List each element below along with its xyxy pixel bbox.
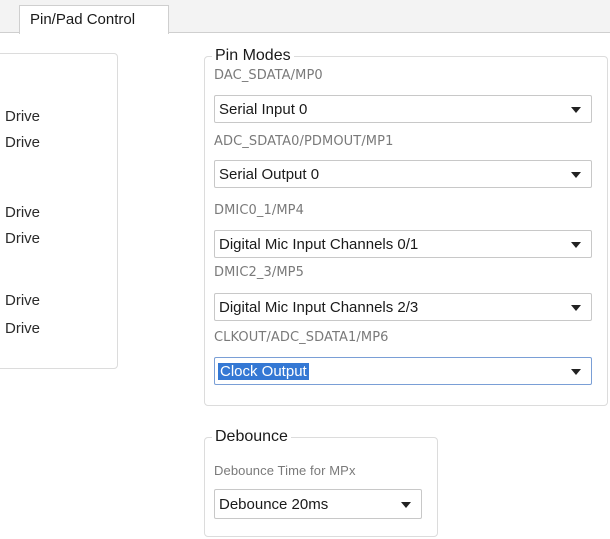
- mp6-mode-value: Clock Output: [218, 363, 309, 380]
- mp5-mode-value: Digital Mic Input Channels 2/3: [219, 299, 419, 316]
- chevron-down-icon[interactable]: [571, 369, 581, 375]
- chevron-down-icon[interactable]: [401, 502, 411, 508]
- mp0-mode-select[interactable]: Serial Input 0: [214, 95, 592, 123]
- chevron-down-icon[interactable]: [571, 172, 581, 178]
- mp6-label: CLKOUT/ADC_SDATA1/MP6: [214, 330, 389, 345]
- mp1-mode-value: Serial Output 0: [219, 166, 320, 183]
- mp4-mode-value: Digital Mic Input Channels 0/1: [219, 236, 419, 253]
- mp5-mode-select[interactable]: Digital Mic Input Channels 2/3: [214, 293, 592, 321]
- chevron-down-icon[interactable]: [571, 242, 581, 248]
- drive-label: Drive: [5, 292, 41, 309]
- drive-label: Drive: [5, 230, 41, 247]
- mp4-label: DMIC0_1/MP4: [214, 203, 304, 218]
- pin-modes-title: Pin Modes: [212, 47, 294, 65]
- mp1-mode-select[interactable]: Serial Output 0: [214, 160, 592, 188]
- drive-label: Drive: [5, 108, 41, 125]
- debounce-group: [204, 437, 438, 537]
- drive-label: Drive: [5, 134, 41, 151]
- mp4-mode-select[interactable]: Digital Mic Input Channels 0/1: [214, 230, 592, 258]
- drive-settings-group: Drive Drive Drive Drive Drive Drive: [0, 53, 118, 369]
- drive-label: Drive: [5, 204, 41, 221]
- debounce-time-value: Debounce 20ms: [219, 496, 329, 513]
- debounce-time-label: Debounce Time for MPx: [214, 463, 356, 478]
- tab-strip: Pin/Pad Control: [0, 0, 610, 34]
- mp6-mode-select[interactable]: Clock Output: [214, 357, 592, 385]
- mp5-label: DMIC2_3/MP5: [214, 265, 304, 280]
- debounce-title: Debounce: [212, 428, 291, 446]
- mp0-mode-value: Serial Input 0: [219, 101, 308, 118]
- chevron-down-icon[interactable]: [571, 305, 581, 311]
- mp0-label: DAC_SDATA/MP0: [214, 68, 323, 83]
- debounce-time-select[interactable]: Debounce 20ms: [214, 489, 422, 519]
- tab-pin-pad-control[interactable]: Pin/Pad Control: [19, 5, 169, 34]
- mp1-label: ADC_SDATA0/PDMOUT/MP1: [214, 134, 394, 149]
- chevron-down-icon[interactable]: [571, 107, 581, 113]
- drive-label: Drive: [5, 320, 41, 337]
